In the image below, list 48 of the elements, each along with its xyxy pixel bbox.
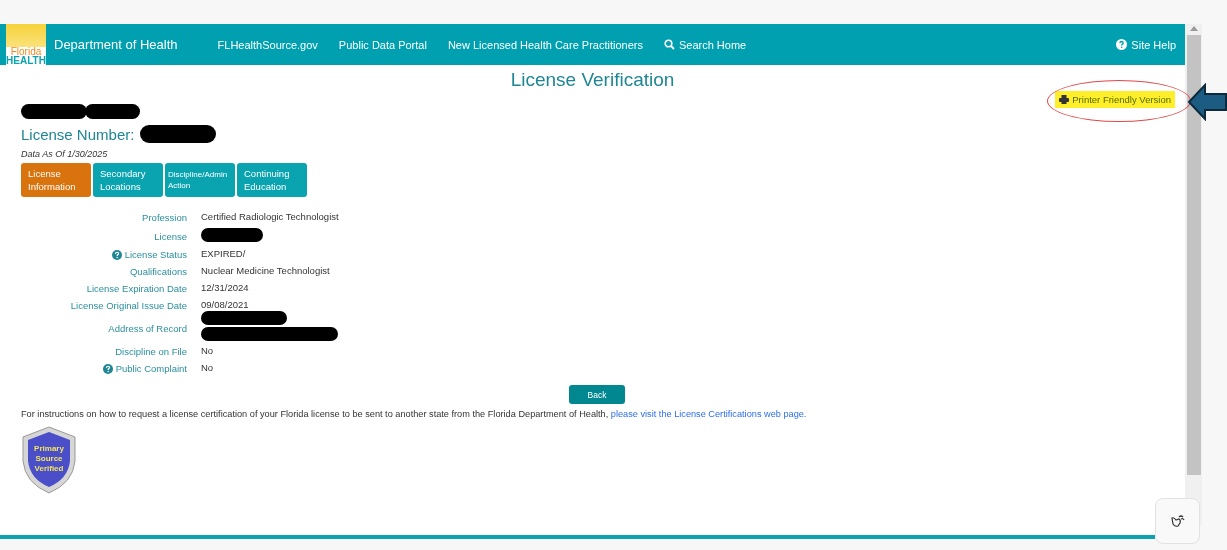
instructions-text: For instructions on how to request a license certification of your Florida license to be sent to another state from the Florida Department of Health, please visit the License Certifications web page. xyxy=(21,409,808,419)
help-icon xyxy=(1116,39,1128,50)
field-label: License xyxy=(153,229,187,244)
nav-link[interactable]: Public Data Portal xyxy=(338,38,427,51)
field-value: Certified Radiologic Technologist xyxy=(201,211,340,224)
scrollbar[interactable] xyxy=(1185,24,1202,526)
site-title-link[interactable]: Department of Health xyxy=(54,37,188,52)
field-value: 12/31/2024 xyxy=(201,282,250,295)
accessibility-button[interactable] xyxy=(1155,498,1200,544)
arrow-annotation xyxy=(1187,83,1227,121)
help-icon[interactable] xyxy=(102,363,113,374)
field-label: Profession xyxy=(141,211,187,224)
printer-icon xyxy=(1059,95,1070,104)
logo-text: Florida xyxy=(10,47,42,56)
field-value: 09/08/2021 xyxy=(201,299,250,312)
printer-friendly-link[interactable]: Printer Friendly Version xyxy=(1055,91,1175,108)
tab[interactable]: Discipline/Admin Action xyxy=(165,163,235,197)
tab[interactable]: Continuing Education xyxy=(237,163,307,197)
field-value: EXPIRED/ xyxy=(201,248,247,261)
field-value: No xyxy=(201,345,215,358)
redaction-mark xyxy=(85,104,140,119)
field-value: Nuclear Medicine Technologist xyxy=(201,265,331,278)
hand-icon xyxy=(1169,514,1186,528)
certifications-link[interactable]: please visit the License Certifications web page. xyxy=(610,409,807,419)
logo-text: HEALTH xyxy=(6,56,46,65)
search-icon xyxy=(663,39,675,50)
verified-badge-drawing: Primary Source Verified xyxy=(21,425,77,495)
redaction-mark xyxy=(21,104,87,119)
site-help-link[interactable]: Site Help xyxy=(1116,38,1176,51)
field-value: No xyxy=(201,362,215,375)
field-label: License Expiration Date xyxy=(85,282,187,295)
tab[interactable]: License Information xyxy=(21,163,91,197)
nav-link[interactable]: FLHealthSource.gov xyxy=(217,38,318,51)
field-label: Discipline on File xyxy=(114,345,187,358)
data-date: Data As Of 1/30/2025 xyxy=(21,149,109,159)
help-icon[interactable] xyxy=(111,249,122,260)
tab[interactable]: Secondary Locations xyxy=(93,163,163,197)
page-title: License Verification xyxy=(509,69,676,91)
field-label-text: License Status xyxy=(124,249,187,260)
back-button[interactable]: Back xyxy=(569,385,625,404)
logo[interactable]: Florida HEALTH xyxy=(6,24,46,65)
search-link[interactable]: Search Home xyxy=(663,38,747,51)
field-label: Address of Record xyxy=(107,322,187,336)
nav-link[interactable]: New Licensed Health Care Practitioners xyxy=(447,38,643,51)
license-number-label: License Number: xyxy=(21,125,135,143)
field-label: License Original Issue Date xyxy=(69,299,187,312)
field-label: Qualifications xyxy=(128,265,187,278)
field-label-text: Public Complaint xyxy=(115,363,187,374)
